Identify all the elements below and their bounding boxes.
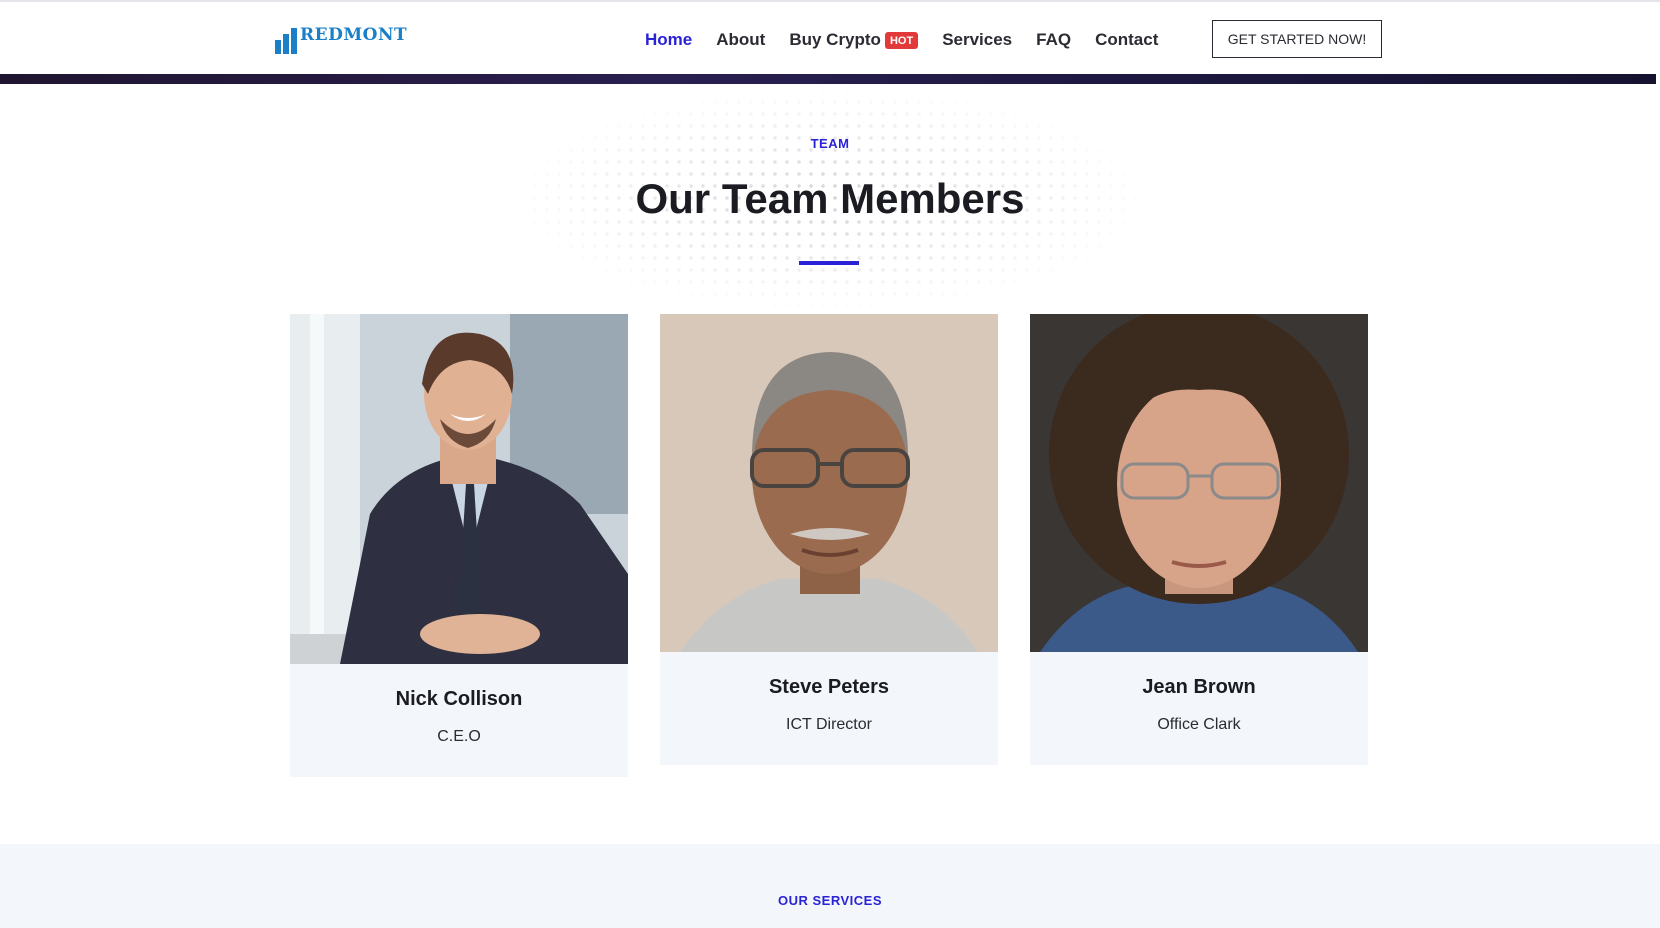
hero-bottom-band (0, 74, 1656, 84)
main-nav: Home About Buy Crypto HOT Services FAQ Co… (645, 28, 1182, 52)
nav-faq-label: FAQ (1036, 30, 1072, 49)
woman-with-glasses-photo (1030, 314, 1368, 652)
member-name: Steve Peters (768, 676, 890, 698)
nav-home-label: Home (645, 30, 693, 49)
member-role: C.E.O (437, 728, 481, 745)
older-man-with-glasses-photo (660, 314, 998, 652)
member-photo (1030, 314, 1368, 652)
nav-services[interactable]: Services (942, 30, 1012, 50)
get-started-button[interactable]: GET STARTED NOW! (1212, 20, 1382, 58)
nav-about[interactable]: About (716, 30, 765, 50)
services-section: OUR SERVICES (0, 844, 1660, 928)
nav-about-label: About (716, 30, 766, 49)
services-eyebrow: OUR SERVICES (777, 893, 882, 908)
hot-badge: HOT (884, 31, 919, 49)
team-card-nick-collison[interactable]: Nick Collison C.E.O (290, 314, 628, 777)
site-header: REDMONT Home About Buy Crypto HOT Service… (0, 2, 1660, 74)
nav-services-label: Services (942, 30, 1013, 49)
team-card-steve-peters[interactable]: Steve Peters ICT Director (660, 314, 998, 765)
team-eyebrow: TEAM (810, 136, 850, 151)
nav-buy-crypto[interactable]: Buy Crypto HOT (789, 30, 919, 50)
team-card-jean-brown[interactable]: Jean Brown Office Clark (1030, 314, 1368, 765)
nav-contact-label: Contact (1095, 30, 1159, 49)
nav-faq[interactable]: FAQ (1036, 30, 1071, 50)
nav-contact[interactable]: Contact (1095, 30, 1158, 50)
nav-home[interactable]: Home (645, 30, 692, 50)
nav-buy-crypto-label: Buy Crypto (789, 30, 881, 49)
bar-chart-logo-icon (275, 24, 297, 54)
member-name: Jean Brown (1142, 676, 1256, 698)
title-underline (799, 261, 859, 265)
member-photo (660, 314, 998, 652)
brand-logo[interactable]: REDMONT (275, 22, 407, 54)
member-role: ICT Director (786, 716, 872, 733)
member-name: Nick Collison (395, 688, 523, 710)
member-photo (290, 314, 628, 664)
man-in-suit-photo (290, 314, 628, 664)
section-title: Our Team Members (635, 175, 1025, 222)
member-role: Office Clark (1157, 716, 1241, 733)
logo-text: REDMONT (300, 25, 408, 45)
